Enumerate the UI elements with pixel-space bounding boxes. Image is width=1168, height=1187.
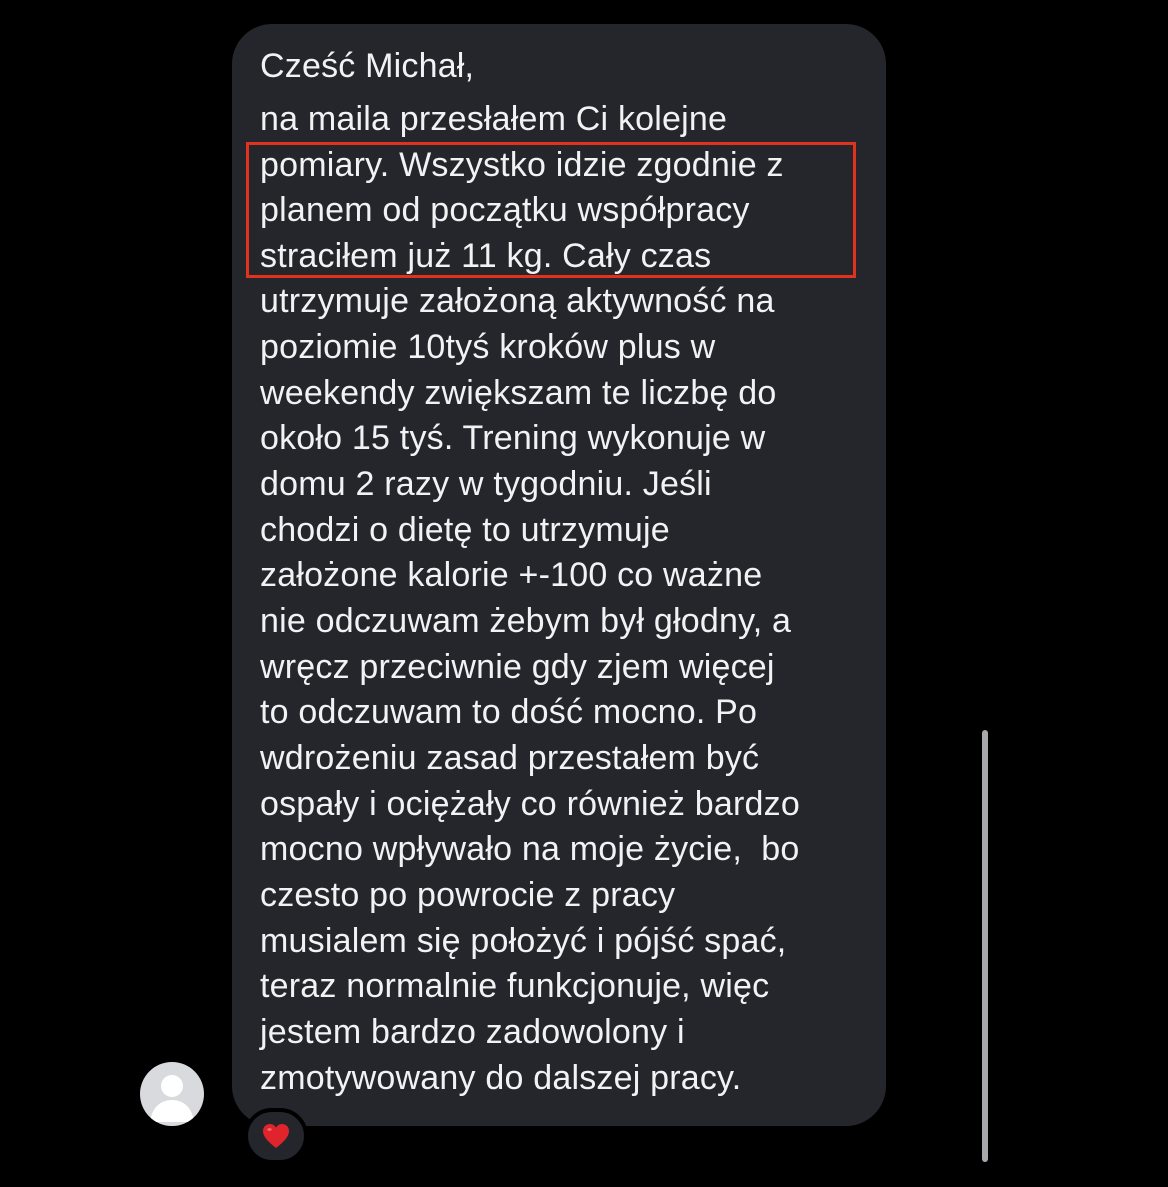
- message-line: ospały i ociężały co również bardzo: [260, 785, 800, 823]
- message-line: na maila przesłałem Ci kolejne: [260, 100, 728, 138]
- message-line: teraz normalnie funkcjonuje, więc: [260, 967, 770, 1005]
- message-line: około 15 tyś. Trening wykonuje w: [260, 419, 766, 457]
- message-line: mocno wpływało na moje życie, bo: [260, 830, 800, 868]
- scrollbar[interactable]: [982, 730, 988, 1162]
- message-line: wręcz przeciwnie gdy zjem więcej: [260, 648, 775, 686]
- message-line: jestem bardzo zadowolony i: [260, 1013, 685, 1051]
- message-line: domu 2 razy w tygodniu. Jeśli: [260, 465, 712, 503]
- message-line: zmotywowany do dalszej pracy.: [260, 1059, 742, 1097]
- highlight-box: [246, 142, 856, 278]
- message-line: nie odczuwam żebym był głodny, a: [260, 602, 792, 640]
- message-line: to odczuwam to dość mocno. Po: [260, 693, 758, 731]
- message-line: poziomie 10tyś kroków plus w: [260, 328, 716, 366]
- message-line: wdrożeniu zasad przestałem być: [260, 739, 760, 777]
- message-line: weekendy zwiększam te liczbę do: [260, 374, 777, 412]
- message-line: czesto po powrocie z pracy: [260, 876, 676, 914]
- reaction-badge[interactable]: [244, 1108, 308, 1164]
- default-user-avatar-icon[interactable]: [140, 1062, 204, 1126]
- message-line: Cześć Michał,: [260, 47, 475, 85]
- message-line: chodzi o dietę to utrzymuje: [260, 511, 670, 549]
- heart-icon: [263, 1124, 289, 1148]
- message-line: założone kalorie +-100 co ważne: [260, 556, 763, 594]
- message-line: utrzymuje założoną aktywność na: [260, 282, 775, 320]
- message-line: musialem się położyć i pójść spać,: [260, 922, 787, 960]
